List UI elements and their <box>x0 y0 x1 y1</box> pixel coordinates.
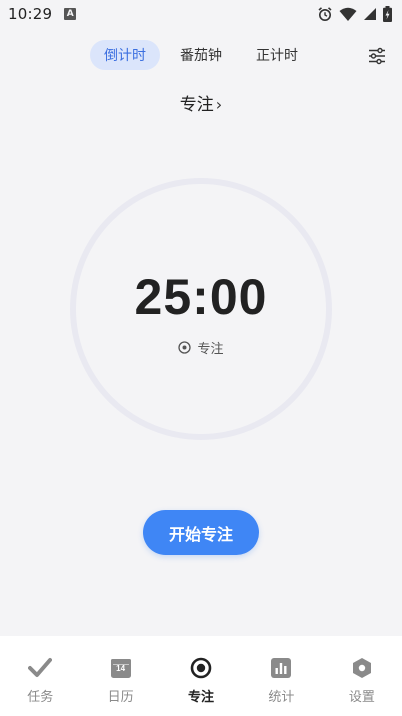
tab-pomodoro[interactable]: 番茄钟 <box>166 40 236 70</box>
focus-task-label: 专注 <box>179 95 214 115</box>
nav-item-stats[interactable]: 统计 <box>241 636 321 716</box>
chart-icon <box>271 658 292 678</box>
nav-label-settings: 设置 <box>348 690 375 705</box>
tab-stopwatch[interactable]: 正计时 <box>242 40 312 70</box>
start-focus-button[interactable]: 开始专注 <box>143 510 259 555</box>
status-time: 10:29 <box>8 5 53 23</box>
timer-display: 25:00 <box>134 269 268 325</box>
focus-task-selector[interactable]: 专注 › <box>0 90 402 115</box>
nav-label-calendar: 日历 <box>107 690 134 705</box>
nav-label-stats: 统计 <box>268 690 295 705</box>
battery-charging-icon <box>383 6 392 22</box>
status-bar: 10:29 A <box>0 0 402 28</box>
nav-item-settings[interactable]: 设置 <box>322 636 402 716</box>
nav-item-focus[interactable]: 专注 <box>161 636 241 716</box>
hexagon-settings-icon <box>352 658 371 678</box>
wifi-icon <box>339 7 357 21</box>
chevron-right-icon: › <box>215 95 223 114</box>
check-icon <box>28 658 53 677</box>
nav-label-tasks: 任务 <box>27 690 54 705</box>
nav-item-tasks[interactable]: 任务 <box>0 636 80 716</box>
mode-tabs: 倒计时 番茄钟 正计时 <box>0 40 402 70</box>
alarm-icon <box>318 7 332 21</box>
filter-settings-icon[interactable] <box>368 47 386 65</box>
focus-target-icon <box>190 657 212 679</box>
notification-a-icon: A <box>64 8 77 20</box>
timer-task-tag: 专注 <box>0 338 402 357</box>
nav-item-calendar[interactable]: 14 日历 <box>80 636 160 716</box>
signal-icon <box>364 8 376 20</box>
timer-task-label: 专注 <box>197 342 224 357</box>
calendar-day: 14 <box>116 664 126 673</box>
status-icons <box>317 6 392 22</box>
nav-label-focus: 专注 <box>188 690 215 705</box>
tab-countdown[interactable]: 倒计时 <box>90 40 160 70</box>
bottom-nav: 任务 14 日历 专注 统计 设置 <box>0 636 402 716</box>
target-icon <box>178 341 192 354</box>
focus-screen: 10:29 A 倒计时 番茄钟 正计时 专注 › 25:00 专注 开始专注 任… <box>0 0 402 716</box>
